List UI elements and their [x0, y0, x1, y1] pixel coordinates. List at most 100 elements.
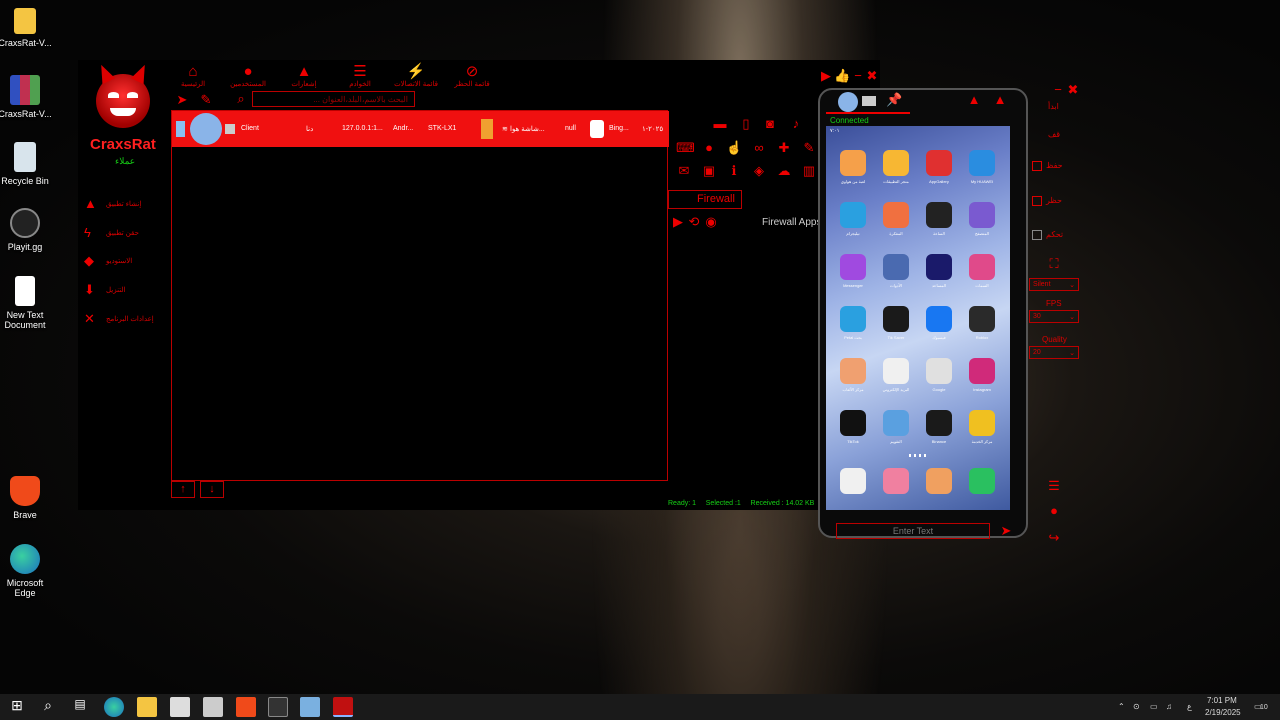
- start-button[interactable]: ابدأ: [1048, 102, 1059, 111]
- dock-app-icon[interactable]: [840, 468, 866, 494]
- panel-close-icon[interactable]: ✖: [1065, 82, 1081, 98]
- edit-tool-icon[interactable]: ✎: [801, 140, 817, 156]
- fps-select[interactable]: 30 ⌄: [1029, 310, 1079, 323]
- search-taskbar-icon[interactable]: ⌕: [38, 697, 58, 717]
- phone-app-icon[interactable]: [926, 306, 952, 332]
- sidebar-item-download[interactable]: ⬇ التنزيل: [84, 281, 154, 299]
- phone-app-icon[interactable]: [840, 410, 866, 436]
- firewall-button[interactable]: Firewall: [668, 190, 742, 209]
- phone-app-icon[interactable]: [926, 202, 952, 228]
- sidebar-item-settings[interactable]: ✕ إعدادات البرنامج: [84, 310, 154, 328]
- dock-app-icon[interactable]: [969, 468, 995, 494]
- lock-alt-icon[interactable]: ▲: [992, 92, 1008, 108]
- edit-icon[interactable]: ✎: [198, 92, 214, 108]
- book-tool-icon[interactable]: ▣: [701, 163, 717, 179]
- mail-taskbar-icon[interactable]: [203, 697, 223, 717]
- phone-app-icon[interactable]: [969, 358, 995, 384]
- file-explorer-icon[interactable]: [137, 697, 157, 717]
- volume-icon[interactable]: ♫: [1166, 702, 1172, 711]
- panel-minimize-icon[interactable]: −: [1050, 82, 1066, 98]
- nav-blocklist[interactable]: ⊘ قائمة الحظر: [442, 64, 502, 89]
- stop-button[interactable]: قف: [1048, 130, 1060, 139]
- phone-app-icon[interactable]: [883, 254, 909, 280]
- phone-app-icon[interactable]: [969, 410, 995, 436]
- pin-icon[interactable]: 📌: [886, 92, 902, 108]
- menu-icon[interactable]: ☰: [1046, 478, 1062, 494]
- block-checkbox[interactable]: [1032, 196, 1042, 206]
- folder-tool-icon[interactable]: ▬: [712, 116, 728, 132]
- phone-app-icon[interactable]: [840, 306, 866, 332]
- language-indicator[interactable]: ع: [1187, 702, 1192, 711]
- chat-tool-icon[interactable]: ☁: [776, 163, 792, 179]
- keyboard-tool-icon[interactable]: ⌨: [676, 140, 695, 156]
- desktop-icon-brave[interactable]: Brave: [0, 476, 53, 520]
- network-icon[interactable]: ⊙: [1133, 702, 1140, 711]
- nav-notifications[interactable]: ▲ إشعارات: [274, 64, 334, 89]
- enter-text-input[interactable]: Enter Text: [836, 523, 990, 539]
- dock-app-icon[interactable]: [883, 468, 909, 494]
- phone-app-icon[interactable]: [969, 306, 995, 332]
- desktop-icon-playit[interactable]: Playit.gg: [0, 208, 53, 252]
- phone-app-icon[interactable]: [969, 254, 995, 280]
- lock-icon[interactable]: ▲: [966, 92, 982, 108]
- stop-icon[interactable]: ◉: [703, 214, 719, 230]
- hand-tool-icon[interactable]: ☝: [726, 140, 742, 156]
- play-icon[interactable]: ▶: [670, 214, 686, 230]
- record-icon[interactable]: ●: [1046, 503, 1062, 519]
- phone-app-icon[interactable]: [883, 202, 909, 228]
- phone-app-icon[interactable]: [883, 306, 909, 332]
- shield-tool-icon[interactable]: ◈: [751, 163, 767, 179]
- sidebar-item-studio[interactable]: ◆ الاستوديو: [84, 252, 154, 270]
- quality-select[interactable]: 20 ⌄: [1029, 346, 1079, 359]
- mic-tool-icon[interactable]: ♪: [788, 116, 804, 132]
- send-icon[interactable]: ➤: [174, 92, 190, 108]
- desktop-icon-new-text-document[interactable]: New Text Document: [0, 276, 53, 330]
- nav-users[interactable]: ● المستخدمين: [218, 64, 278, 89]
- dock-app-icon[interactable]: [926, 468, 952, 494]
- desktop-icon-edge[interactable]: Microsoft Edge: [0, 544, 53, 598]
- fullscreen-icon[interactable]: ⛶: [1046, 256, 1062, 272]
- screen-icon[interactable]: [862, 96, 876, 106]
- playit-taskbar-icon[interactable]: [268, 697, 288, 717]
- control-checkbox[interactable]: [1032, 230, 1042, 240]
- phone-app-icon[interactable]: [926, 358, 952, 384]
- clock-date[interactable]: 2/19/2025: [1205, 708, 1241, 717]
- phone-app-icon[interactable]: [969, 202, 995, 228]
- phone-screen[interactable]: ٧:٠١ لعبة من هواوي متجر التطبيقات AppGalle…: [826, 126, 1010, 510]
- phone-app-icon[interactable]: [926, 150, 952, 176]
- phone-app-icon[interactable]: [883, 358, 909, 384]
- nav-connections[interactable]: ⚡ قائمة الاتصالات: [386, 64, 446, 89]
- desktop-icon-recycle-bin[interactable]: Recycle Bin: [0, 142, 53, 186]
- monitor-icon[interactable]: ▭: [1150, 702, 1158, 711]
- table-row[interactable]: Client دنا 127.0.0.1:1... Andr... STK-LX…: [172, 111, 669, 147]
- save-checkbox[interactable]: [1032, 161, 1042, 171]
- sidebar-item-create-app[interactable]: ▲ إنشاء تطبيق: [84, 195, 154, 213]
- phone-app-icon[interactable]: [840, 254, 866, 280]
- add-user-tool-icon[interactable]: ✚: [776, 140, 792, 156]
- app-taskbar-icon[interactable]: [300, 697, 320, 717]
- youtube-icon[interactable]: ▶: [818, 68, 834, 84]
- phone-app-icon[interactable]: [926, 254, 952, 280]
- info-tool-icon[interactable]: ℹ: [726, 163, 742, 179]
- desktop-icon-craxsrat-archive[interactable]: CraxsRat-V...: [0, 75, 53, 119]
- phone-app-icon[interactable]: [926, 410, 952, 436]
- mail-tool-icon[interactable]: ✉: [676, 163, 692, 179]
- search-icon[interactable]: ⌕: [233, 91, 249, 107]
- windows-start-icon[interactable]: ⊞: [7, 697, 27, 717]
- desktop-icon-craxsrat-folder[interactable]: CraxsRat-V...: [0, 8, 53, 48]
- like-icon[interactable]: 👍: [834, 68, 850, 84]
- brave-taskbar-icon[interactable]: [236, 697, 256, 717]
- clock-time[interactable]: 7:01 PM: [1207, 696, 1237, 705]
- close-icon[interactable]: ✖: [864, 68, 880, 84]
- globe-tool-icon[interactable]: ●: [701, 140, 717, 156]
- trash-tool-icon[interactable]: ▥: [801, 163, 817, 179]
- edge-taskbar-icon[interactable]: [104, 697, 124, 717]
- store-icon[interactable]: [170, 697, 190, 717]
- mode-select[interactable]: Silent ⌄: [1029, 278, 1079, 291]
- redo-icon[interactable]: ↪: [1046, 530, 1062, 546]
- send-text-icon[interactable]: ➤: [998, 523, 1014, 539]
- camera-tool-icon[interactable]: ◙: [762, 116, 778, 132]
- scroll-up-button[interactable]: ↑: [171, 481, 195, 498]
- chevron-up-icon[interactable]: ⌃: [1118, 702, 1125, 711]
- sidebar-item-inject-app[interactable]: ϟ حقن تطبيق: [84, 224, 154, 242]
